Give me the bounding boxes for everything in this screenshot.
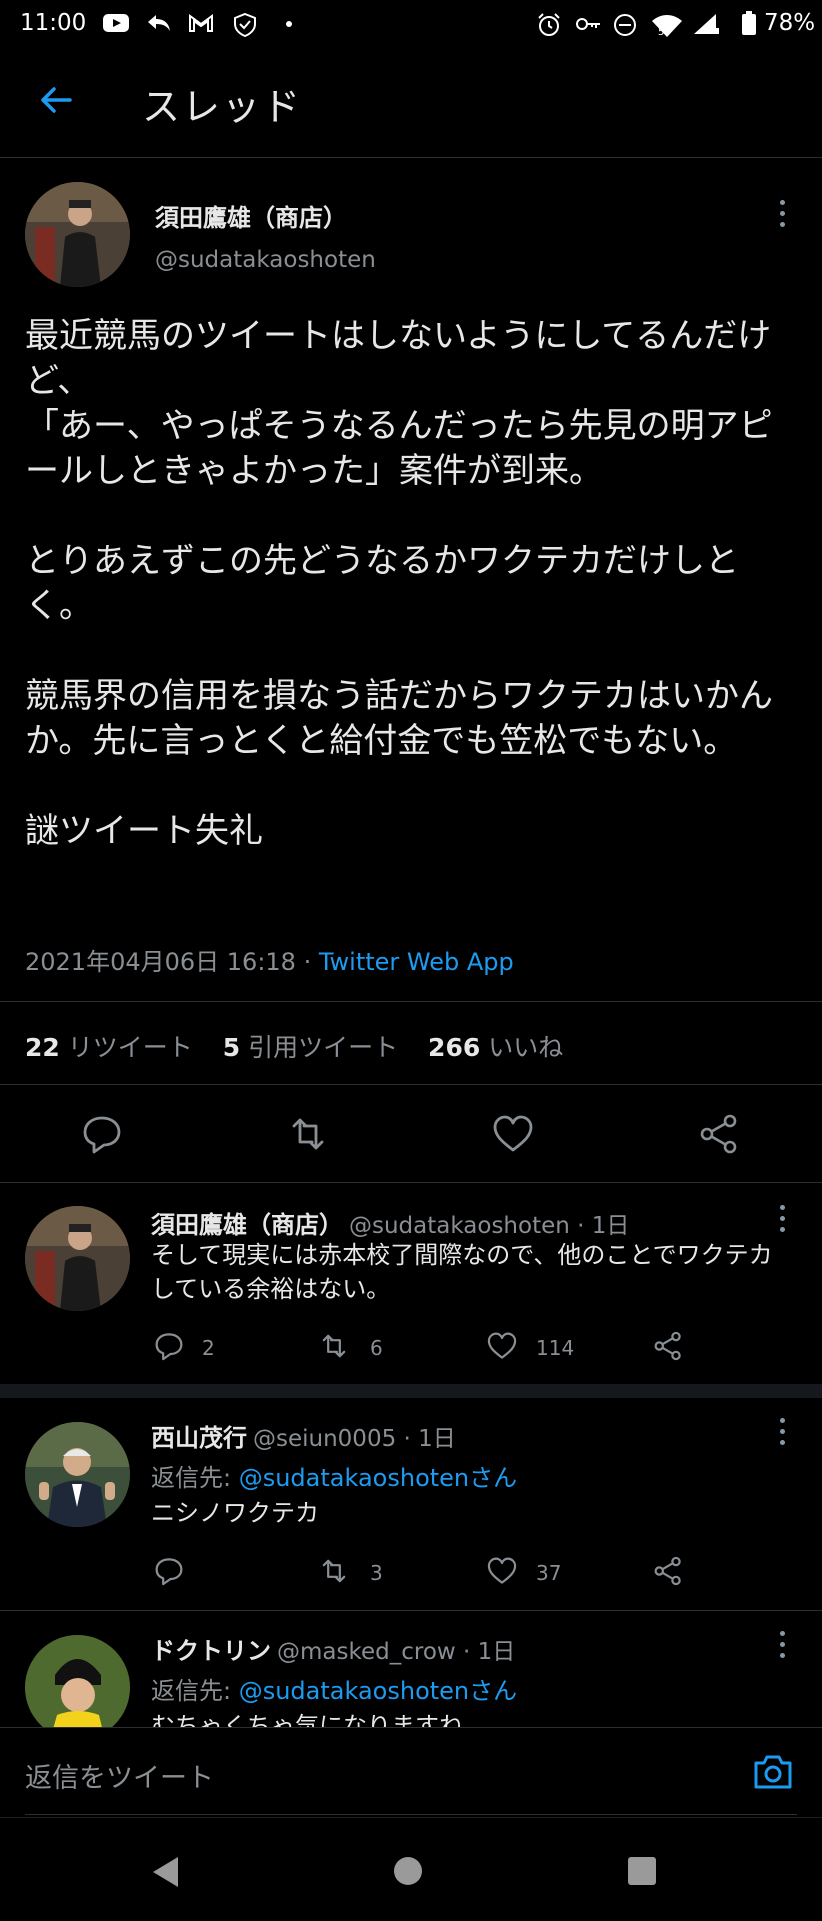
status-bar: 11:00 5 78% <box>0 0 822 50</box>
reply-author-handle[interactable]: @masked_crow · 1日 <box>277 1639 515 1665</box>
retweet-icon[interactable] <box>286 1112 330 1156</box>
reply-to: 返信先: @sudatakaoshotenさん <box>151 1458 517 1493</box>
reply-tweet[interactable]: ドクトリン @masked_crow · 1日 返信先: @sudatakaosh… <box>0 1611 822 1727</box>
reply-author-name[interactable]: ドクトリン <box>151 1637 271 1665</box>
tweet-meta: 2021年04月06日 16:18 · Twitter Web App <box>25 942 514 977</box>
avatar[interactable] <box>25 182 130 287</box>
reply-composer: 返信をツイート <box>0 1727 822 1818</box>
wifi-icon <box>650 12 684 40</box>
gmail-icon <box>188 12 214 34</box>
battery-icon <box>741 10 757 36</box>
page-title: スレッド <box>142 85 303 129</box>
more-options-icon[interactable] <box>776 1631 788 1661</box>
system-nav-bar <box>0 1817 822 1921</box>
tweet-source-link[interactable]: Twitter Web App <box>319 948 514 976</box>
like-heart-icon[interactable] <box>486 1555 518 1587</box>
reply-author-handle[interactable]: @sudatakaoshoten · 1日 <box>349 1213 629 1239</box>
thread-separator <box>0 1384 822 1398</box>
battery-percent: 78% <box>764 10 816 36</box>
like-heart-icon[interactable] <box>486 1330 518 1362</box>
tweet-text: 最近競馬のツイートはしないようにしてるんだけど、 「あー、やっぱそうなるんだった… <box>25 316 773 851</box>
reply-tweet[interactable]: 西山茂行 @seiun0005 · 1日 返信先: @sudatakaoshote… <box>0 1398 822 1610</box>
reply-input[interactable]: 返信をツイート <box>25 1756 705 1795</box>
reply-icon[interactable] <box>80 1112 124 1156</box>
like-count: 114 <box>536 1336 575 1360</box>
meta-separator: · <box>295 948 319 976</box>
reply-icon[interactable] <box>153 1555 185 1587</box>
back-arrow-icon[interactable] <box>36 80 76 120</box>
author-name[interactable]: 須田鷹雄（商店） <box>155 198 347 233</box>
nav-recents-icon[interactable] <box>627 1856 657 1886</box>
tweet-date: 2021年04月06日 16:18 <box>25 948 296 976</box>
more-options-icon[interactable] <box>776 200 788 230</box>
nav-home-icon[interactable] <box>392 1855 424 1887</box>
likes-count: 266 <box>428 1033 481 1062</box>
like-count: 37 <box>536 1561 562 1585</box>
reply-arrow-icon <box>146 12 172 34</box>
dot-icon <box>285 20 293 28</box>
avatar[interactable] <box>25 1422 130 1527</box>
cell-signal-icon <box>692 12 720 36</box>
likes-label: いいね <box>488 1033 564 1062</box>
quotes-count: 5 <box>222 1033 241 1062</box>
retweet-icon[interactable] <box>318 1555 350 1587</box>
more-options-icon[interactable] <box>776 1418 788 1448</box>
reply-text: ニシノワクテカ <box>151 1499 319 1527</box>
retweets-label: リツイート <box>67 1033 193 1062</box>
avatar[interactable] <box>25 1635 130 1727</box>
reply-icon[interactable] <box>153 1330 185 1362</box>
divider <box>25 1814 797 1815</box>
do-not-disturb-icon <box>612 12 638 38</box>
nav-back-icon[interactable] <box>150 1855 182 1889</box>
avatar[interactable] <box>25 1206 130 1311</box>
reply-to-label: 返信先: <box>151 1464 239 1492</box>
reply-author-name[interactable]: 西山茂行 <box>151 1424 247 1452</box>
camera-icon[interactable] <box>752 1752 794 1792</box>
retweet-icon[interactable] <box>318 1330 350 1362</box>
tweet-stats: 22 リツイート 5 引用ツイート 266 いいね <box>25 1028 585 1064</box>
vpn-key-icon <box>574 12 602 36</box>
more-options-icon[interactable] <box>776 1205 788 1235</box>
alarm-icon <box>536 12 562 38</box>
reply-to: 返信先: @sudatakaoshotenさん <box>151 1671 517 1706</box>
reply-author-name[interactable]: 須田鷹雄（商店） <box>151 1211 343 1239</box>
divider <box>0 1001 822 1002</box>
reply-count: 2 <box>202 1336 215 1360</box>
retweets-count: 22 <box>25 1033 60 1062</box>
youtube-icon <box>102 12 130 34</box>
status-time: 11:00 <box>20 10 87 36</box>
reply-to-user-link[interactable]: @sudatakaoshotenさん <box>239 1677 517 1705</box>
reply-text: むちゃくちゃ気になりますね <box>151 1712 463 1727</box>
share-icon[interactable] <box>652 1555 684 1587</box>
divider <box>0 1084 822 1085</box>
share-icon[interactable] <box>697 1112 741 1156</box>
quotes-label: 引用ツイート <box>248 1033 399 1062</box>
retweets-stat[interactable]: 22 リツイート <box>25 1033 193 1062</box>
author-handle[interactable]: @sudatakaoshoten <box>155 247 376 273</box>
likes-stat[interactable]: 266 いいね <box>428 1033 563 1062</box>
retweet-count: 3 <box>370 1561 383 1585</box>
like-heart-icon[interactable] <box>491 1112 535 1156</box>
reply-header: ドクトリン @masked_crow · 1日 <box>151 1631 515 1666</box>
reply-author-handle[interactable]: @seiun0005 · 1日 <box>253 1426 456 1452</box>
reply-header: 西山茂行 @seiun0005 · 1日 <box>151 1418 456 1453</box>
reply-header: 須田鷹雄（商店） @sudatakaoshoten · 1日 <box>151 1205 629 1240</box>
wifi-label: 5 <box>658 27 665 38</box>
reply-tweet[interactable]: 須田鷹雄（商店） @sudatakaoshoten · 1日 そして現実には赤本校… <box>0 1183 822 1384</box>
reply-to-label: 返信先: <box>151 1677 239 1705</box>
reply-text: そして現実には赤本校了間際なので、他のことでワクテカしている余裕はない。 <box>151 1241 773 1303</box>
share-icon[interactable] <box>652 1330 684 1362</box>
retweet-count: 6 <box>370 1336 383 1360</box>
app-header: スレッド <box>0 50 822 158</box>
shield-check-icon <box>232 12 258 38</box>
reply-to-user-link[interactable]: @sudatakaoshotenさん <box>239 1464 517 1492</box>
quotes-stat[interactable]: 5 引用ツイート <box>223 1033 398 1062</box>
